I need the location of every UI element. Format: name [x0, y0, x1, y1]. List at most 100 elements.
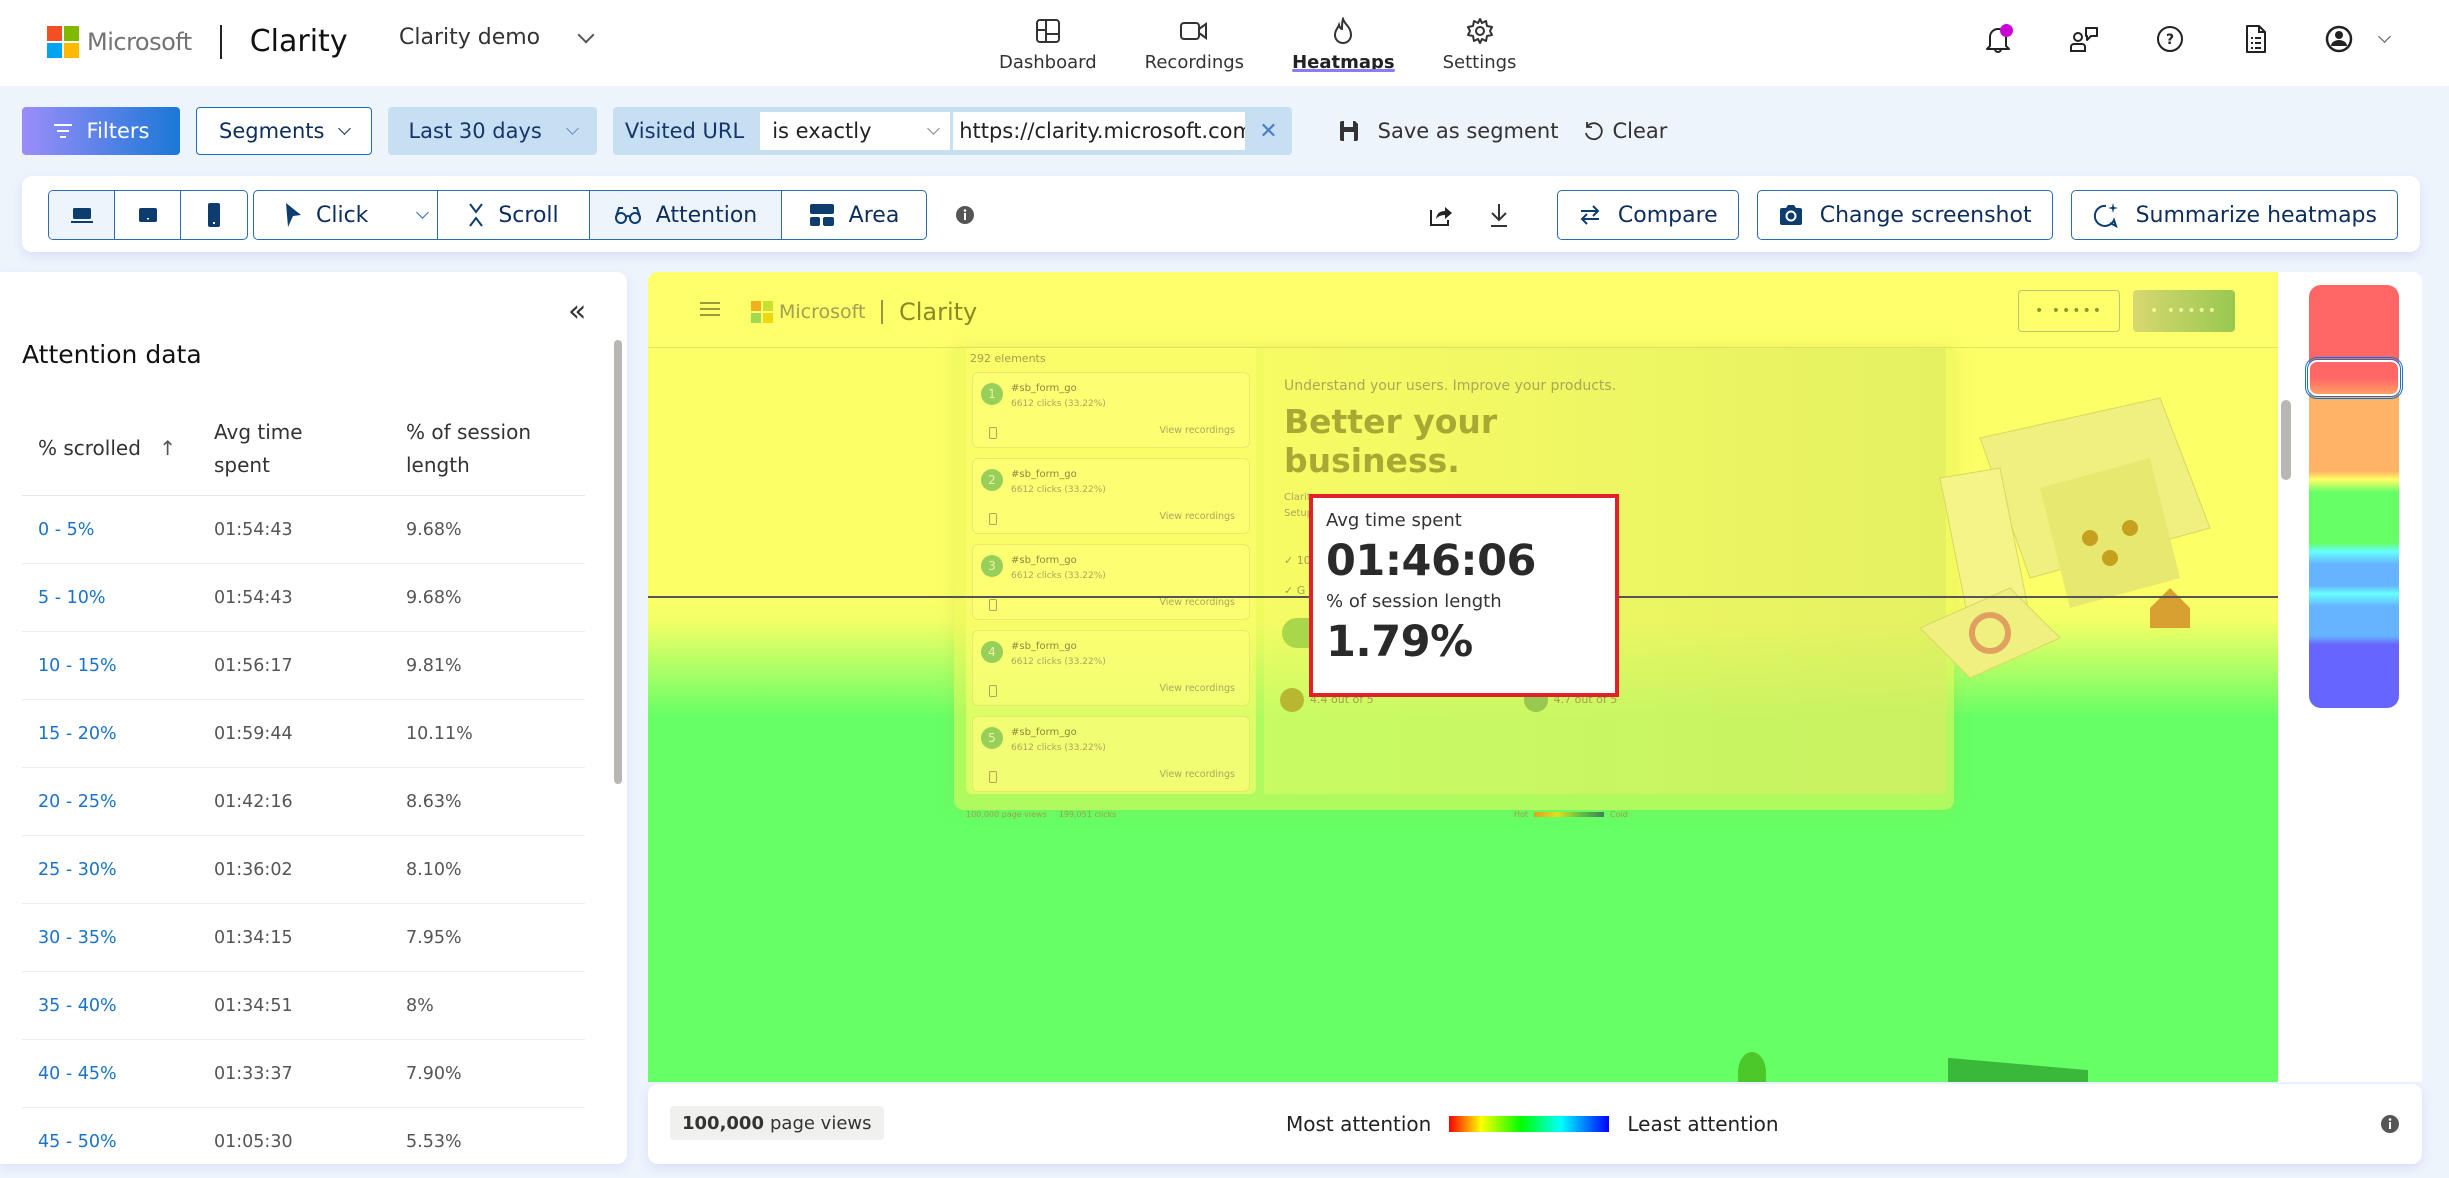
avg-time-cell: 01:33:37	[214, 1063, 293, 1084]
scroll-range-link[interactable]: 5 - 10%	[22, 588, 214, 608]
url-value-input[interactable]: https://clarity.microsoft.com/	[953, 112, 1246, 150]
filters-button[interactable]: Filters	[22, 107, 180, 155]
microsoft-logo[interactable]: Microsoft Clarity	[47, 24, 348, 59]
scroll-range-link[interactable]: 45 - 50%	[22, 1132, 214, 1152]
table-row[interactable]: 35 - 40% 01:34:51 8%	[22, 972, 585, 1040]
mode-attention-button[interactable]: Attention	[590, 191, 782, 239]
feedback-icon	[2070, 27, 2098, 52]
tooltip-session-value: 1.79%	[1326, 617, 1473, 667]
table-row[interactable]: 5 - 10% 01:54:43 9.68%	[22, 564, 585, 632]
hero-title-line: Better your	[1284, 402, 1498, 441]
table-row[interactable]: 25 - 30% 01:36:02 8.10%	[22, 836, 585, 904]
filter-bar: Filters Segments Last 30 days Visited UR…	[22, 107, 1667, 155]
panel-title: Attention data	[22, 340, 202, 369]
save-as-segment-button[interactable]: Save as segment	[1338, 119, 1558, 143]
page-logo: Microsoft Clarity	[751, 298, 977, 326]
mode-click-button[interactable]: Click	[254, 191, 438, 239]
page-footer-views: 100,000 page views	[966, 809, 1047, 819]
download-button[interactable]	[1479, 195, 1519, 235]
avg-time-cell: 01:54:43	[214, 587, 293, 608]
tooltip-avg-time-value: 01:46:06	[1326, 536, 1536, 586]
help-button[interactable]: ?	[2153, 22, 2187, 56]
scale-position-handle[interactable]	[2305, 356, 2403, 399]
mode-info-button[interactable]	[955, 205, 975, 229]
scroll-range-link[interactable]: 15 - 20%	[22, 724, 214, 744]
account-button[interactable]	[2325, 22, 2391, 56]
device-desktop-button[interactable]	[49, 191, 115, 239]
attention-tooltip: Avg time spent 01:46:06 % of session len…	[1309, 494, 1619, 697]
change-screenshot-button[interactable]: Change screenshot	[1756, 190, 2053, 240]
mode-area-button[interactable]: Area	[782, 191, 926, 239]
undo-icon	[1585, 122, 1604, 141]
plant-illustration	[1738, 1052, 1766, 1082]
session-pct-cell: 8.63%	[406, 791, 462, 812]
elements-count: 292 elements	[970, 352, 1046, 365]
hamburger-menu-icon	[700, 302, 720, 316]
date-range-dropdown[interactable]: Last 30 days	[388, 107, 597, 155]
scroll-range-link[interactable]: 35 - 40%	[22, 996, 214, 1016]
column-header-scrolled[interactable]: % scrolled ↑	[22, 432, 214, 465]
nav-recordings[interactable]: Recordings	[1121, 0, 1268, 86]
page-product: Clarity	[898, 298, 978, 326]
compare-button[interactable]: Compare	[1556, 190, 1739, 240]
tooltip-avg-time-label: Avg time spent	[1326, 510, 1462, 531]
table-row[interactable]: 10 - 15% 01:56:17 9.81%	[22, 632, 585, 700]
clear-button[interactable]: Clear	[1582, 119, 1667, 143]
brand-divider	[881, 300, 883, 324]
avg-time-cell: 01:34:51	[214, 995, 293, 1016]
legend-info-button[interactable]	[2380, 1114, 2400, 1138]
column-header-session-length[interactable]: % of session length	[406, 416, 585, 482]
table-row[interactable]: 30 - 35% 01:34:15 7.95%	[22, 904, 585, 972]
scroll-range-link[interactable]: 25 - 30%	[22, 860, 214, 880]
share-button[interactable]	[1421, 195, 1461, 235]
scroll-range-link[interactable]: 20 - 25%	[22, 792, 214, 812]
rank-badge: 2	[981, 469, 1003, 491]
table-body: 0 - 5% 01:54:43 9.68% 5 - 10% 01:54:43 9.68% 1…	[22, 496, 585, 1164]
chevron-down-icon[interactable]	[416, 205, 430, 219]
attention-scale-bar[interactable]	[2309, 285, 2399, 708]
copilot-sparkle-icon	[2093, 203, 2118, 228]
canvas-scrollbar[interactable]	[2281, 400, 2291, 480]
summarize-heatmaps-button[interactable]: Summarize heatmaps	[2070, 190, 2398, 240]
table-row[interactable]: 0 - 5% 01:54:43 9.68%	[22, 496, 585, 564]
device-tablet-button[interactable]	[115, 191, 181, 239]
scroll-range-link[interactable]: 10 - 15%	[22, 656, 214, 676]
table-row[interactable]: 40 - 45% 01:33:37 7.90%	[22, 1040, 585, 1108]
nav-dashboard[interactable]: Dashboard	[975, 0, 1121, 86]
heatmap-toolbar: Click Scroll Attention Area Compare Chan…	[22, 176, 2420, 252]
rank-badge: 1	[981, 383, 1003, 405]
device-mobile-button[interactable]	[181, 191, 247, 239]
table-row[interactable]: 15 - 20% 01:59:44 10.11%	[22, 700, 585, 768]
notifications-button[interactable]	[1981, 22, 2015, 56]
table-row[interactable]: 20 - 25% 01:42:16 8.63%	[22, 768, 585, 836]
element-stats: 6612 clicks (33.22%)	[1011, 743, 1106, 753]
swap-icon	[1580, 205, 1600, 225]
nav-label: Recordings	[1144, 51, 1245, 73]
chevron-down-icon	[927, 121, 941, 135]
documentation-button[interactable]	[2239, 22, 2273, 56]
scroll-range-link[interactable]: 30 - 35%	[22, 928, 214, 948]
nav-settings[interactable]: Settings	[1419, 0, 1541, 86]
hero-illustration	[1920, 397, 2211, 678]
gear-icon	[1466, 14, 1494, 48]
device-icon	[989, 513, 997, 525]
scroll-range-link[interactable]: 0 - 5%	[22, 520, 214, 540]
table-header: % scrolled ↑ Avg time spent % of session…	[22, 402, 585, 496]
column-header-avg-time[interactable]: Avg time spent	[214, 416, 406, 482]
url-operator-select[interactable]: is exactly	[760, 112, 951, 150]
page-header-preview: Microsoft Clarity • ••••• • •••••	[648, 272, 2278, 348]
project-selector[interactable]: Clarity demo	[399, 25, 595, 50]
nav-heatmaps[interactable]: Heatmaps	[1268, 0, 1419, 86]
mode-scroll-button[interactable]: Scroll	[438, 191, 590, 239]
url-filter-chip: Visited URL is exactly https://clarity.m…	[612, 107, 1292, 155]
change-screenshot-label: Change screenshot	[1819, 202, 2032, 228]
heatmap-canvas[interactable]: Microsoft Clarity • ••••• • ••••• 292 el…	[648, 272, 2278, 1082]
session-pct-cell: 8.10%	[406, 859, 462, 880]
collapse-panel-button[interactable]: «	[568, 294, 586, 329]
remove-filter-button[interactable]: ✕	[1259, 119, 1277, 144]
panel-scrollbar[interactable]	[614, 340, 622, 784]
scroll-range-link[interactable]: 40 - 45%	[22, 1064, 214, 1084]
feedback-button[interactable]	[2067, 22, 2101, 56]
table-row[interactable]: 45 - 50% 01:05:30 5.53%	[22, 1108, 585, 1164]
segments-dropdown[interactable]: Segments	[196, 107, 373, 155]
